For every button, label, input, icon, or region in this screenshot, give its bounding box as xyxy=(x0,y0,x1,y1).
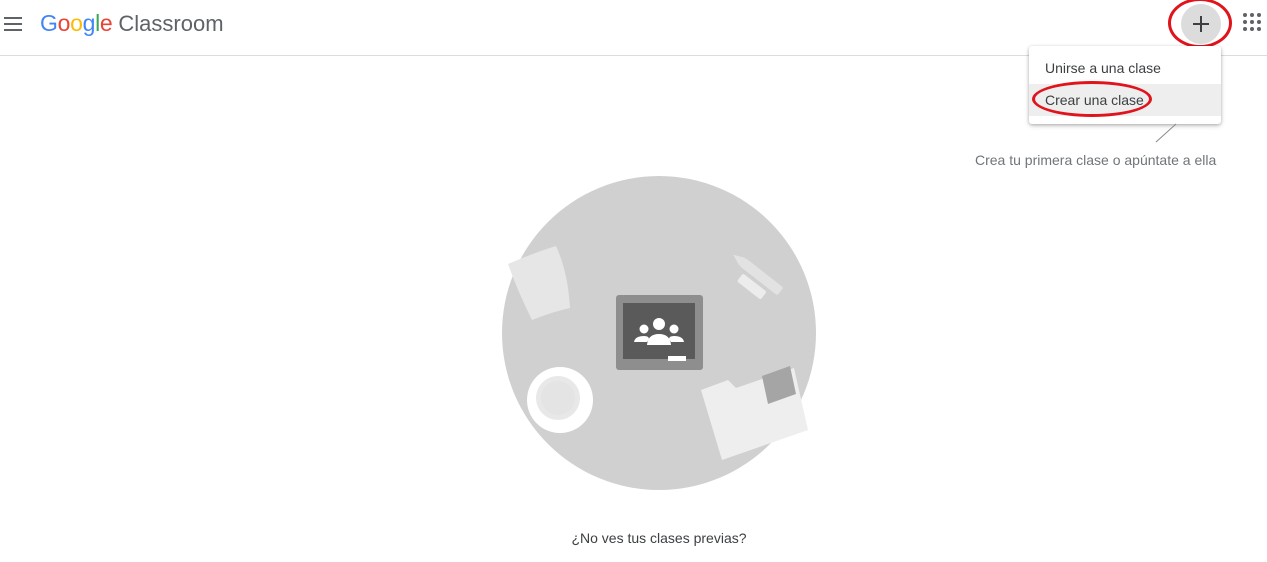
coffee-cup-icon xyxy=(527,367,593,433)
onboarding-hint-text: Crea tu primera clase o apúntate a ella xyxy=(975,152,1217,168)
chalkboard-icon xyxy=(616,295,703,370)
previous-classes-link[interactable]: ¿No ves tus clases previas? xyxy=(0,530,1267,546)
classroom-empty-state-illustration xyxy=(502,176,816,490)
